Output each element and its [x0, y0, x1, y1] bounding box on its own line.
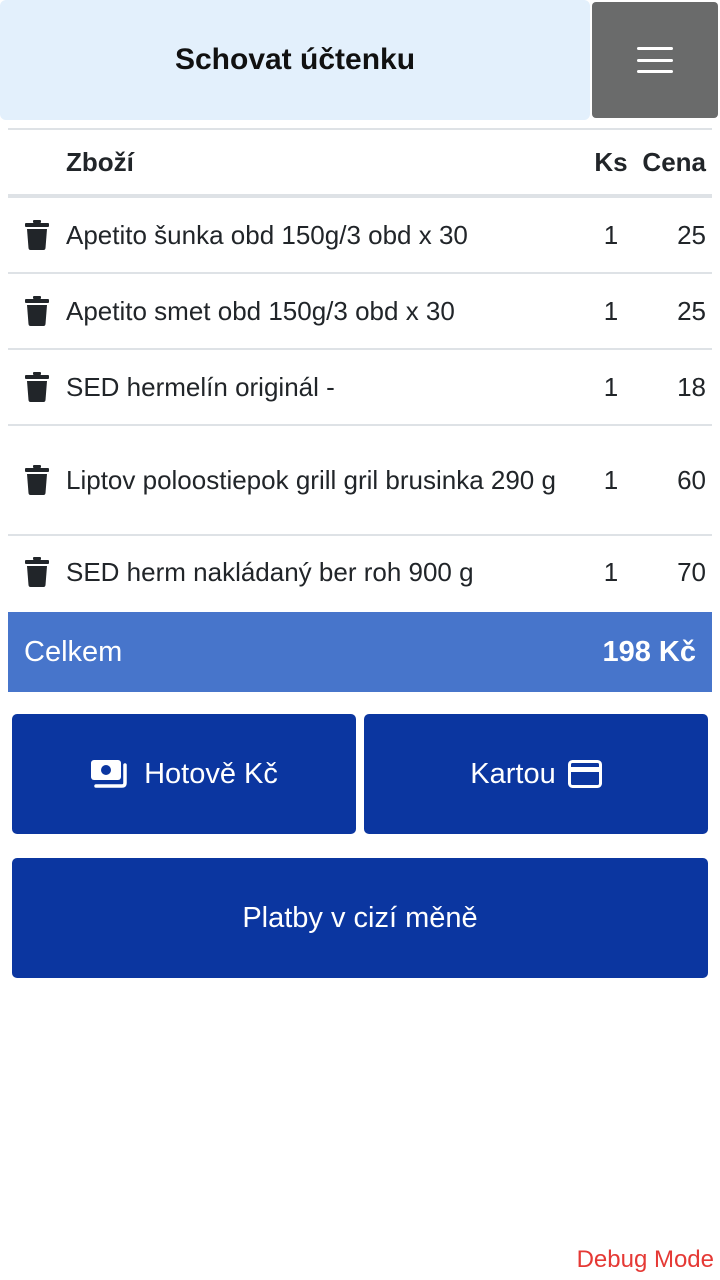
top-bar: Schovat účtenku [0, 0, 720, 120]
debug-mode-label[interactable]: Debug Mode [577, 1246, 714, 1274]
card-payment-label: Kartou [470, 757, 556, 790]
hide-receipt-button[interactable]: Schovat účtenku [0, 0, 590, 120]
total-bar: Celkem 198 Kč [8, 612, 712, 692]
header-price: Cena [642, 146, 706, 177]
trash-icon[interactable] [8, 220, 66, 250]
item-name: Liptov poloostiepok grill gril brusinka … [66, 465, 556, 495]
item-qty: 1 [603, 220, 619, 250]
item-name: Apetito smet obd 150g/3 obd x 30 [66, 296, 455, 326]
item-name: SED hermelín originál - [66, 372, 335, 402]
item-price: 60 [677, 465, 706, 495]
hamburger-icon [637, 47, 673, 73]
table-row: SED hermelín originál - 1 18 [8, 350, 712, 426]
card-payment-button[interactable]: Kartou [364, 714, 708, 834]
table-row: Apetito šunka obd 150g/3 obd x 30 1 25 [8, 198, 712, 274]
menu-button[interactable] [592, 2, 718, 118]
table-row: Apetito smet obd 150g/3 obd x 30 1 25 [8, 274, 712, 350]
item-qty: 1 [603, 372, 619, 402]
trash-icon[interactable] [8, 372, 66, 402]
item-qty: 1 [603, 557, 619, 587]
table-row: SED herm nakládaný ber roh 900 g 1 70 [8, 536, 712, 608]
total-amount: 198 Kč [602, 635, 696, 668]
header-item: Zboží [66, 146, 134, 177]
item-price: 25 [677, 296, 706, 326]
trash-icon[interactable] [8, 557, 66, 587]
trash-icon[interactable] [8, 296, 66, 326]
item-name: Apetito šunka obd 150g/3 obd x 30 [66, 220, 468, 250]
cash-payment-button[interactable]: Hotově Kč [12, 714, 356, 834]
item-qty: 1 [603, 465, 619, 495]
header-qty: Ks [594, 146, 628, 177]
item-price: 18 [677, 372, 706, 402]
cash-payment-label: Hotově Kč [144, 757, 278, 790]
money-icon [91, 760, 127, 788]
item-qty: 1 [603, 296, 619, 326]
hide-receipt-label: Schovat účtenku [174, 43, 416, 76]
total-label: Celkem [24, 635, 123, 668]
item-name: SED herm nakládaný ber roh 900 g [66, 557, 474, 587]
foreign-currency-label: Platby v cizí měně [242, 901, 478, 934]
table-row: Liptov poloostiepok grill gril brusinka … [8, 426, 712, 536]
item-price: 25 [677, 220, 706, 250]
item-price: 70 [677, 557, 706, 587]
table-header: Zboží Ks Cena [8, 128, 712, 198]
credit-card-icon [567, 760, 602, 788]
foreign-currency-payment-button[interactable]: Platby v cizí měně [12, 858, 708, 978]
receipt-table: Zboží Ks Cena Apetito šunka obd 150g/3 o… [8, 128, 712, 608]
trash-icon[interactable] [8, 465, 66, 495]
